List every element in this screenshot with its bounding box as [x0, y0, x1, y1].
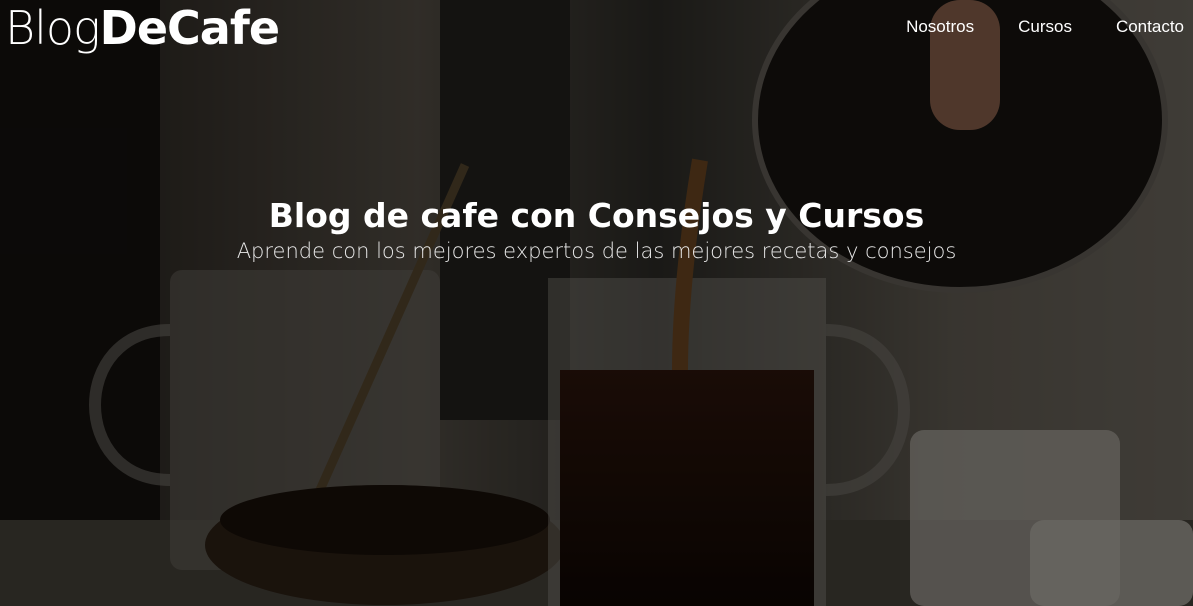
hero-title: Blog de cafe con Consejos y Cursos	[268, 196, 925, 235]
hero-section	[0, 0, 1193, 606]
hero-subtitle: Aprende con los mejores expertos de las …	[236, 239, 957, 263]
nav-link-nosotros[interactable]: Nosotros	[906, 17, 974, 37]
hero-dark-overlay	[0, 0, 1193, 606]
main-nav: Nosotros Cursos Contacto	[906, 17, 1184, 37]
nav-link-contacto[interactable]: Contacto	[1116, 17, 1184, 37]
site-logo[interactable]: BlogDeCafe	[5, 1, 280, 55]
logo-part-blog: Blog	[5, 1, 101, 55]
nav-link-cursos[interactable]: Cursos	[1018, 17, 1072, 37]
logo-part-decafe: DeCafe	[99, 1, 280, 55]
